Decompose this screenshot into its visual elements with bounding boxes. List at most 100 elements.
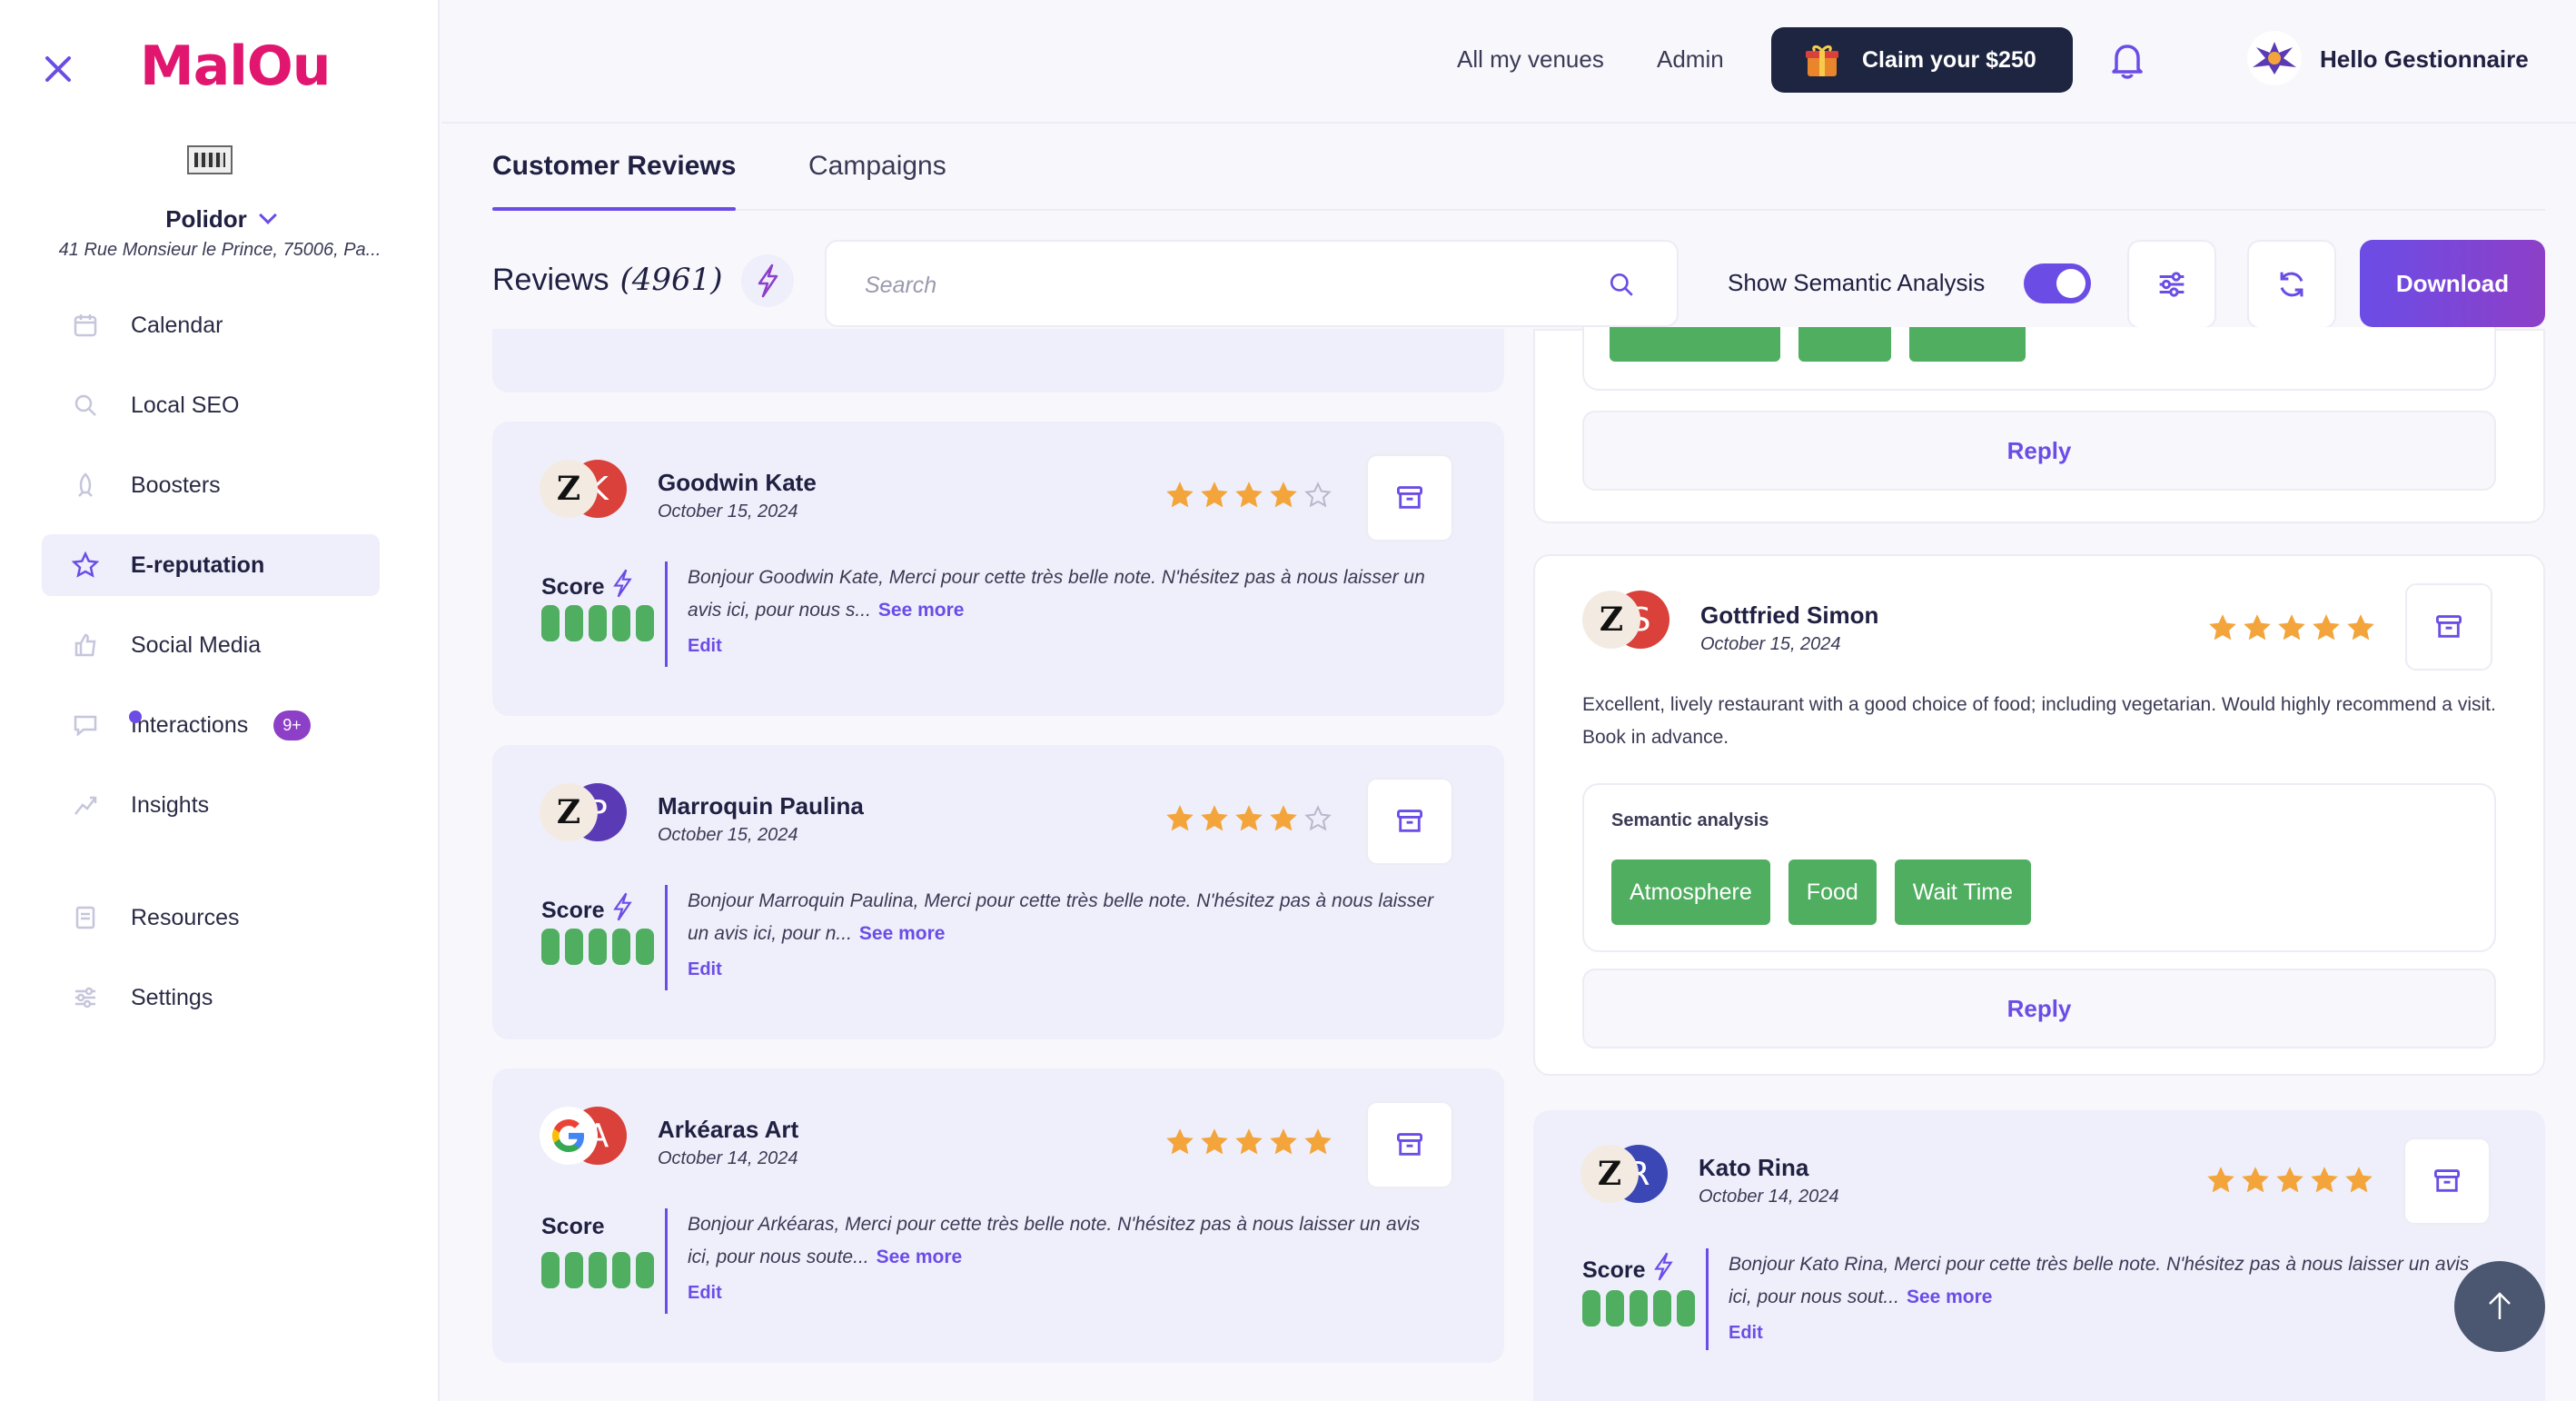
score-label: Score: [1582, 1250, 1675, 1284]
rating-stars: [1166, 805, 1332, 832]
star-filled-icon: [1235, 482, 1263, 508]
review-card: Z R Kato Rina October 14, 2024 Score Bon…: [1533, 1110, 2545, 1401]
see-more-link[interactable]: See more: [877, 1247, 963, 1267]
reply-button[interactable]: Reply: [1582, 969, 2496, 1048]
reply-preview: Bonjour Marroquin Paulina, Merci pour ce…: [665, 885, 1446, 990]
tabs-divider: [492, 209, 2545, 211]
sidebar-item-interactions[interactable]: Interactions 9+: [42, 694, 380, 756]
reviewer-name: Kato Rina: [1699, 1154, 1809, 1181]
malou-logo[interactable]: MalOu: [140, 35, 331, 98]
interactions-badge: 9+: [273, 710, 311, 740]
semantic-tag[interactable]: Wait Time: [1894, 859, 2031, 925]
download-button[interactable]: Download: [2360, 240, 2545, 327]
semantic-tag[interactable]: Food: [1788, 859, 1877, 925]
star-filled-icon: [1235, 805, 1263, 831]
reviewer-avatar: A: [540, 1107, 627, 1165]
reviewer-name: Marroquin Paulina: [658, 792, 864, 820]
refresh-icon: [2280, 272, 2304, 297]
semantic-analysis-box: Semantic analysis Atmosphere Food Wait T…: [1582, 783, 2496, 952]
star-filled-icon: [1166, 1128, 1194, 1155]
sidebar-item-social-media[interactable]: Social Media: [42, 614, 380, 676]
archive-icon: [1397, 486, 1422, 509]
edit-link[interactable]: Edit: [1709, 1323, 2478, 1344]
sidebar: MalOu Polidor 41 Rue Monsieur le Prince,…: [0, 0, 440, 1401]
review-card: Z P Marroquin Paulina October 15, 2024 S…: [492, 745, 1504, 1039]
search-icon[interactable]: [1608, 271, 1635, 298]
sidebar-item-settings[interactable]: Settings: [42, 967, 380, 1028]
sidebar-item-insights[interactable]: Insights: [42, 774, 380, 836]
ai-bolt-button[interactable]: [741, 254, 794, 307]
venue-name: Polidor: [165, 205, 247, 233]
score-bars: [541, 1252, 654, 1288]
zenchef-logo-icon: Z: [540, 460, 598, 518]
reply-preview: Bonjour Kato Rina, Merci pour cette très…: [1706, 1248, 2478, 1350]
star-filled-icon: [1201, 805, 1228, 831]
tab-campaigns[interactable]: Campaigns: [808, 151, 946, 182]
all-venues-link[interactable]: All my venues: [1457, 45, 1604, 74]
filter-button[interactable]: [2127, 240, 2216, 329]
reply-button[interactable]: Reply: [1582, 411, 2496, 491]
lightning-icon: [613, 569, 633, 598]
star-filled-icon: [2311, 1167, 2338, 1193]
rating-stars: [2209, 614, 2374, 641]
edit-link[interactable]: Edit: [668, 959, 1446, 980]
star-filled-icon: [2207, 1167, 2234, 1193]
sidebar-item-label: Interactions: [131, 711, 249, 738]
archive-icon: [2436, 615, 2462, 638]
archive-button[interactable]: [2405, 583, 2492, 671]
star-filled-icon: [1201, 1128, 1228, 1155]
score-text: Score: [541, 1214, 605, 1239]
user-avatar[interactable]: [2247, 31, 2302, 85]
archive-button[interactable]: [1366, 1101, 1453, 1188]
sidebar-item-e-reputation[interactable]: E-reputation: [42, 534, 380, 596]
star-filled-icon: [2276, 1167, 2304, 1193]
see-more-link[interactable]: See more: [859, 923, 946, 944]
star-filled-icon: [1270, 805, 1297, 831]
search-box[interactable]: [825, 240, 1679, 327]
star-filled-icon: [2278, 614, 2305, 641]
claim-button[interactable]: Claim your $250: [1771, 27, 2073, 93]
refresh-button[interactable]: [2247, 240, 2336, 329]
edit-link[interactable]: Edit: [668, 1283, 1446, 1304]
edit-link[interactable]: Edit: [668, 636, 1446, 657]
document-icon: [69, 901, 102, 934]
search-input[interactable]: [863, 267, 1590, 303]
score-bars: [541, 605, 654, 641]
close-icon[interactable]: [40, 51, 76, 87]
sidebar-item-resources[interactable]: Resources: [42, 887, 380, 949]
score-text: Score: [541, 574, 605, 600]
semantic-analysis-title: Semantic analysis: [1611, 810, 1769, 830]
sidebar-item-label: Social Media: [131, 631, 262, 658]
archive-button[interactable]: [1366, 454, 1453, 542]
reviewer-avatar: Z R: [1580, 1145, 1668, 1203]
archive-button[interactable]: [1366, 778, 1453, 865]
scroll-to-top-button[interactable]: [2454, 1261, 2545, 1352]
google-logo-icon: [540, 1107, 598, 1165]
venue-selector[interactable]: Polidor: [0, 205, 440, 234]
bell-icon[interactable]: [2109, 40, 2145, 80]
star-filled-icon: [1166, 805, 1194, 831]
zenchef-logo-icon: Z: [1582, 591, 1640, 649]
sidebar-item-local-seo[interactable]: Local SEO: [42, 374, 380, 436]
zenchef-logo-icon: Z: [540, 783, 598, 841]
review-card-partial: [492, 329, 1504, 392]
see-more-link[interactable]: See more: [878, 600, 965, 621]
reviewer-name: Goodwin Kate: [658, 469, 817, 496]
review-card: Z K Goodwin Kate October 15, 2024 Score …: [492, 422, 1504, 716]
semantic-tag[interactable]: Atmosphere: [1611, 859, 1770, 925]
zenchef-logo-icon: Z: [1580, 1145, 1639, 1203]
score-text: Score: [541, 898, 605, 923]
tab-customer-reviews[interactable]: Customer Reviews: [492, 151, 736, 182]
sidebar-item-boosters[interactable]: Boosters: [42, 454, 380, 516]
claim-label: Claim your $250: [1862, 46, 2036, 73]
semantic-analysis-toggle[interactable]: [2024, 263, 2091, 303]
star-filled-icon: [2313, 614, 2340, 641]
see-more-link[interactable]: See more: [1907, 1287, 1993, 1307]
archive-button[interactable]: [2403, 1138, 2491, 1225]
star-filled-icon: [2209, 614, 2236, 641]
admin-link[interactable]: Admin: [1657, 45, 1724, 74]
reviewer-avatar: Z S: [1582, 591, 1669, 649]
sidebar-item-calendar[interactable]: Calendar: [42, 294, 380, 356]
thumbs-up-icon: [69, 629, 102, 661]
score-bars: [1582, 1290, 1695, 1326]
